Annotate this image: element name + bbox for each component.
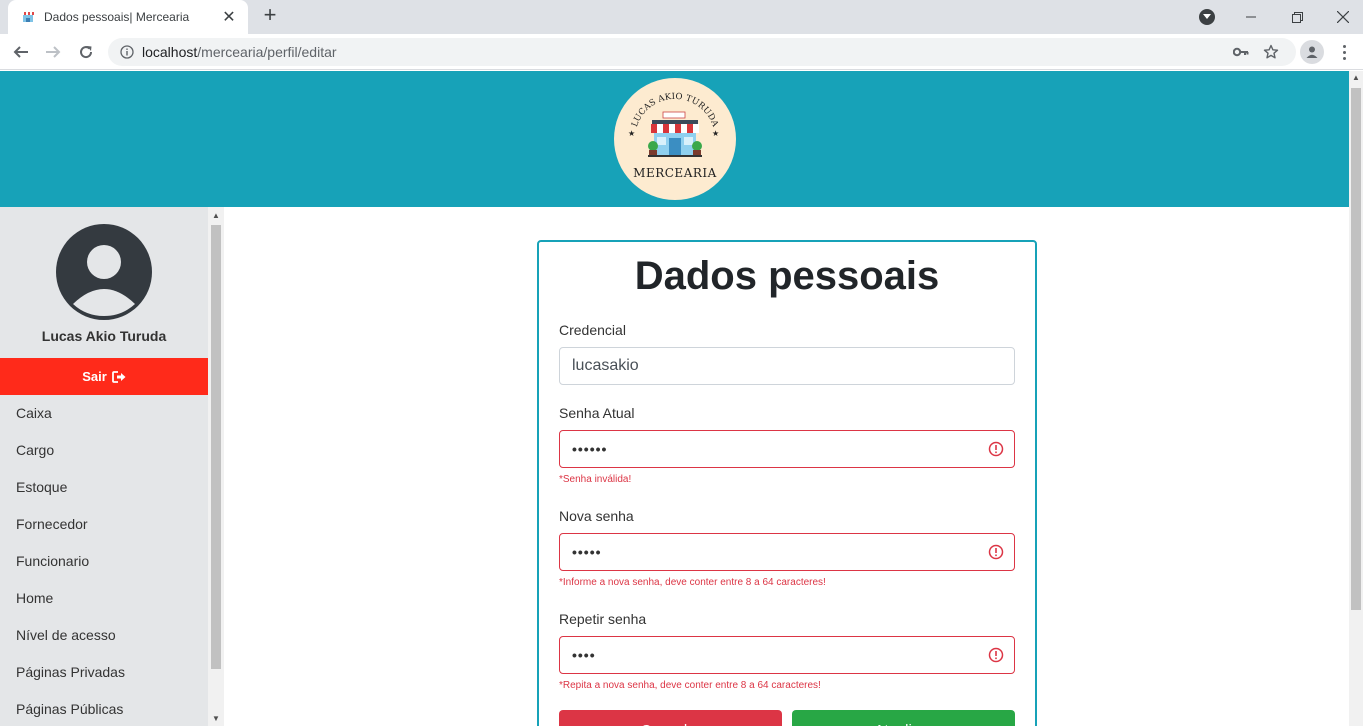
sidebar-item-caixa[interactable]: Caixa [0, 395, 208, 432]
sidebar-item-fornecedor[interactable]: Fornecedor [0, 506, 208, 543]
logout-button[interactable]: Sair [0, 358, 208, 395]
browser-tab-bar: Dados pessoais| Mercearia ✕ + [0, 0, 1363, 34]
person-icon [1306, 46, 1318, 58]
store-emblem: LUCAS AKIO TURUDA ★ ★ [628, 92, 720, 157]
page-title: Dados pessoais [634, 254, 940, 298]
sidebar-item-paginas-privadas[interactable]: Páginas Privadas [0, 654, 208, 691]
reload-icon [80, 46, 93, 59]
scroll-up-icon[interactable]: ▲ [208, 209, 224, 223]
logo-bottom-text: MERCEARIA [633, 166, 717, 180]
credential-value: lucasakio [572, 357, 639, 374]
user-name: Lucas Akio Turuda [41, 328, 167, 344]
browser-toolbar: localhost/mercearia/perfil/editar [0, 34, 1363, 70]
current-password-value: •••••• [572, 441, 608, 457]
key-icon[interactable] [1232, 44, 1250, 60]
sidebar: Lucas Akio Turuda Sair Caixa Cargo Estoq… [0, 207, 224, 726]
tab-close-icon[interactable]: ✕ [220, 7, 238, 27]
scroll-down-icon[interactable]: ▼ [208, 712, 224, 726]
new-password-label: Nova senha [559, 508, 634, 524]
sidebar-item-estoque[interactable]: Estoque [0, 469, 208, 506]
url-path: /mercearia/perfil/editar [197, 44, 337, 60]
new-tab-button[interactable]: + [258, 4, 282, 28]
url-host: localhost [142, 44, 198, 60]
arrow-right-icon [46, 46, 61, 58]
sidebar-item-home[interactable]: Home [0, 580, 208, 617]
new-password-error: *Informe a nova senha, deve conter entre… [559, 577, 826, 588]
chevron-down-icon [1203, 14, 1211, 19]
sidebar-item-cargo[interactable]: Cargo [0, 432, 208, 469]
sidebar-item-funcionario[interactable]: Funcionario [0, 543, 208, 580]
tab-title: Dados pessoais| Mercearia [44, 10, 190, 24]
sidebar-scroll-thumb[interactable] [211, 225, 221, 669]
sidebar-item-paginas-publicas[interactable]: Páginas Públicas [0, 691, 208, 726]
error-icon [988, 441, 1004, 457]
update-button[interactable]: Atualizar [792, 710, 1015, 726]
forward-button[interactable] [40, 39, 66, 65]
logout-label: Sair [82, 369, 107, 384]
current-password-input[interactable]: •••••• [559, 430, 1015, 468]
minimize-button[interactable] [1228, 0, 1274, 34]
sign-out-icon [111, 370, 126, 383]
arrow-left-icon [13, 46, 28, 58]
page-scrollbar[interactable]: ▲ [1349, 71, 1363, 726]
browser-tab[interactable]: Dados pessoais| Mercearia ✕ [8, 0, 248, 34]
site-header: LUCAS AKIO TURUDA ★ ★ MERCEARIA [0, 71, 1349, 207]
cancel-button[interactable]: Cancelar [559, 710, 782, 726]
svg-text:★: ★ [712, 129, 719, 138]
url-text: localhost/mercearia/perfil/editar [142, 44, 337, 60]
browser-menu-button[interactable] [1336, 40, 1352, 64]
current-password-error: *Senha inválida! [559, 474, 632, 485]
user-avatar-icon [56, 224, 152, 320]
restore-button[interactable] [1274, 0, 1320, 34]
credential-label: Credencial [559, 322, 626, 338]
new-password-input[interactable]: ••••• [559, 533, 1015, 571]
page: LUCAS AKIO TURUDA ★ ★ MERCEARIA Lucas Ak… [0, 71, 1349, 726]
tab-search-button[interactable] [1199, 9, 1215, 25]
sidebar-item-nivel-de-acesso[interactable]: Nível de acesso [0, 617, 208, 654]
reload-button[interactable] [73, 39, 99, 65]
back-button[interactable] [8, 39, 34, 65]
error-icon [988, 647, 1004, 663]
svg-text:★: ★ [628, 129, 635, 138]
credential-input[interactable]: lucasakio [559, 347, 1015, 385]
repeat-password-value: •••• [572, 647, 596, 663]
current-password-label: Senha Atual [559, 405, 635, 421]
store-logo[interactable]: LUCAS AKIO TURUDA ★ ★ MERCEARIA [614, 78, 736, 200]
close-window-button[interactable] [1320, 0, 1363, 34]
sidebar-scrollbar[interactable]: ▲ ▼ [208, 207, 224, 726]
new-password-value: ••••• [572, 544, 602, 560]
error-icon [988, 544, 1004, 560]
info-icon[interactable] [120, 45, 134, 59]
repeat-password-input[interactable]: •••• [559, 636, 1015, 674]
profile-button[interactable] [1300, 40, 1324, 64]
minimize-icon [1246, 16, 1256, 18]
star-icon[interactable] [1262, 44, 1280, 60]
sidebar-menu: Caixa Cargo Estoque Fornecedor Funcionar… [0, 395, 208, 726]
repeat-password-label: Repetir senha [559, 611, 647, 627]
close-icon [1337, 11, 1349, 23]
page-scroll-up-icon[interactable]: ▲ [1349, 73, 1363, 85]
profile-form-card: Dados pessoais Credencial lucasakio Senh… [537, 240, 1037, 726]
store-favicon-icon [20, 9, 36, 25]
repeat-password-error: *Repita a nova senha, deve conter entre … [559, 680, 821, 691]
address-bar[interactable]: localhost/mercearia/perfil/editar [108, 38, 1296, 66]
restore-icon [1291, 11, 1303, 23]
page-scroll-thumb[interactable] [1351, 88, 1361, 610]
